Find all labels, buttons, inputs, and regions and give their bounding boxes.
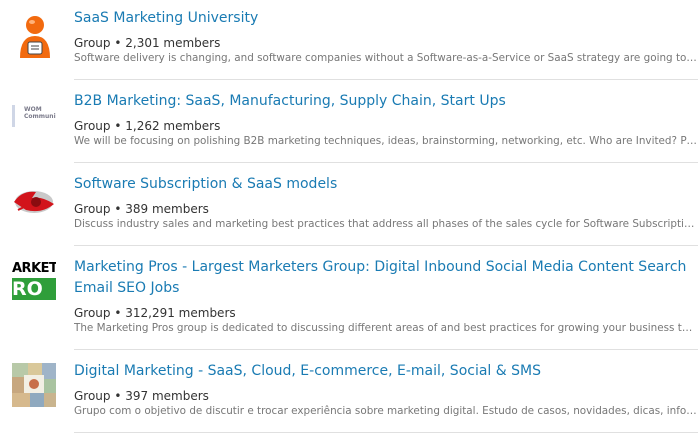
group-meta: Group • 312,291 members bbox=[74, 306, 236, 320]
group-title-link[interactable]: Marketing Pros - Largest Marketers Group… bbox=[74, 257, 698, 299]
collage-image-icon bbox=[12, 363, 56, 407]
orange-person-avatar-icon bbox=[20, 16, 50, 58]
divider bbox=[74, 79, 698, 80]
logo-text-communi: Communi bbox=[24, 113, 56, 120]
divider bbox=[74, 245, 698, 246]
divider bbox=[74, 162, 698, 163]
group-description: We will be focusing on polishing B2B mar… bbox=[74, 135, 698, 147]
group-logo[interactable]: ARKET! RO bbox=[12, 259, 56, 301]
group-description: Software delivery is changing, and softw… bbox=[74, 52, 698, 64]
logo-bar bbox=[12, 105, 15, 127]
logo-text-wom: WOM bbox=[24, 106, 42, 113]
group-logo[interactable] bbox=[12, 363, 56, 407]
group-meta: Group • 2,301 members bbox=[74, 36, 221, 50]
group-results-list: SaaS Marketing University Group • 2,301 … bbox=[0, 0, 698, 439]
group-description: Discuss industry sales and marketing bes… bbox=[74, 218, 698, 230]
divider bbox=[74, 349, 698, 350]
group-title-link[interactable]: SaaS Marketing University bbox=[74, 8, 698, 29]
group-logo[interactable] bbox=[12, 180, 58, 226]
group-description: Grupo com o objetivo de discutir e troca… bbox=[74, 405, 698, 417]
group-meta: Group • 397 members bbox=[74, 389, 209, 403]
red-logo-icon bbox=[14, 191, 54, 213]
group-title-link[interactable]: Digital Marketing - SaaS, Cloud, E-comme… bbox=[74, 361, 698, 382]
divider bbox=[74, 432, 698, 433]
group-logo[interactable] bbox=[12, 14, 58, 60]
group-meta: Group • 1,262 members bbox=[74, 119, 221, 133]
logo-text-market: ARKET! bbox=[12, 259, 56, 278]
group-meta: Group • 389 members bbox=[74, 202, 209, 216]
logo-text-pro: RO bbox=[12, 278, 56, 300]
group-description: The Marketing Pros group is dedicated to… bbox=[74, 322, 698, 334]
group-title-link[interactable]: B2B Marketing: SaaS, Manufacturing, Supp… bbox=[74, 91, 698, 112]
group-logo[interactable]: WOM Communi bbox=[12, 101, 58, 131]
group-title-link[interactable]: Software Subscription & SaaS models bbox=[74, 174, 698, 195]
